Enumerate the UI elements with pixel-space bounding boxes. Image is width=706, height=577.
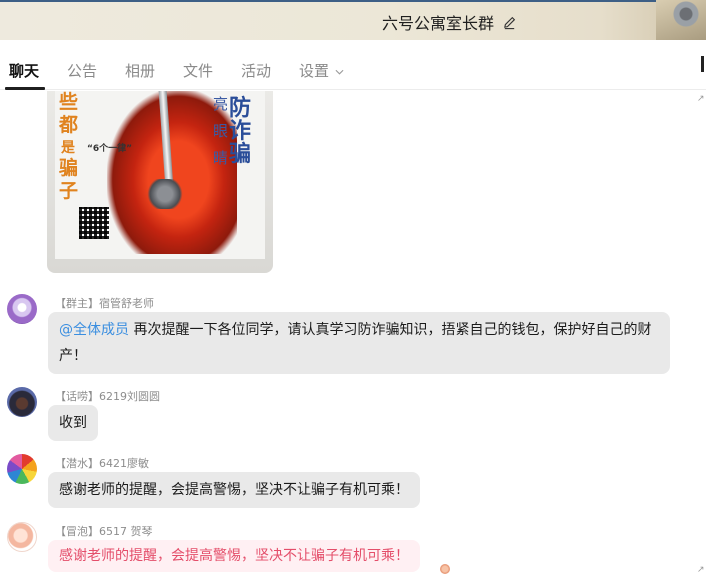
mention-all[interactable]: @全体成员	[59, 322, 129, 338]
image-rule-text: “6个一律”	[87, 144, 133, 154]
image-text-left-4: 骗	[59, 157, 79, 179]
tab-settings-label: 设置	[299, 62, 330, 80]
message-text: 感谢老师的提醒，会提高警惕，坚决不让骗子有机可乘！	[59, 482, 409, 498]
sender-name[interactable]: 【话唠】6219刘圆圆	[55, 388, 160, 404]
group-title-area[interactable]: 六号公寓室长群	[382, 10, 517, 34]
expand-arrow-icon[interactable]: ↗	[697, 565, 705, 575]
title-bar-top-line	[0, 0, 706, 2]
avatar[interactable]	[7, 454, 37, 484]
message-text: 感谢老师的提醒，会提高警惕，坚决不让骗子有机可乘！	[59, 548, 409, 564]
tab-files[interactable]: 文件	[183, 60, 213, 81]
tab-bar-edge	[701, 56, 704, 72]
message-list[interactable]: 些 都 是 骗 子 “6个一律” 防诈骗 亮 眼 睛 ↗ 【群主】宿管舒老师 @…	[0, 91, 706, 577]
message-bubble[interactable]: 感谢老师的提醒，会提高警惕，坚决不让骗子有机可乘！	[48, 472, 420, 508]
tab-announcement[interactable]: 公告	[67, 60, 97, 81]
image-sword-hilt	[145, 179, 185, 209]
image-text-left-2: 都	[59, 114, 79, 136]
tab-album[interactable]: 相册	[125, 60, 155, 81]
avatar[interactable]	[7, 294, 37, 324]
tab-bar: 聊天 公告 相册 文件 活动 设置	[0, 40, 706, 90]
chat-window: 六号公寓室长群 聊天 公告 相册 文件 活动 设置 些 都 是 骗 子 “6个一…	[0, 0, 706, 577]
tab-activity[interactable]: 活动	[241, 60, 271, 81]
header-background-art	[656, 0, 706, 40]
edit-icon[interactable]	[502, 15, 517, 30]
message-bubble[interactable]: @全体成员 再次提醒一下各位同学，请认真学习防诈骗知识，捂紧自己的钱包，保护好自…	[48, 312, 670, 374]
bubble-decoration	[440, 564, 450, 574]
sender-name[interactable]: 【潜水】6421廖敏	[55, 455, 149, 471]
message-text: 再次提醒一下各位同学，请认真学习防诈骗知识，捂紧自己的钱包，保护好自己的财产！	[59, 322, 652, 364]
image-side-text-3: 睛	[213, 149, 229, 167]
image-text-left-5: 子	[59, 180, 79, 202]
shared-image[interactable]: 些 都 是 骗 子 “6个一律” 防诈骗 亮 眼 睛	[47, 91, 273, 273]
message-bubble[interactable]: 感谢老师的提醒，会提高警惕，坚决不让骗子有机可乘！	[48, 540, 420, 572]
title-bar: 六号公寓室长群	[0, 0, 706, 40]
active-tab-indicator	[5, 87, 45, 90]
message-text: 收到	[59, 415, 87, 431]
image-title-text: 防诈骗	[229, 95, 252, 167]
image-qr-code	[79, 207, 109, 239]
image-side-text-1: 亮	[213, 95, 229, 113]
image-side-text-2: 眼	[213, 122, 229, 140]
sender-name[interactable]: 【冒泡】6517 贺琴	[55, 523, 153, 539]
chevron-down-icon	[335, 69, 344, 75]
sender-name[interactable]: 【群主】宿管舒老师	[55, 295, 154, 311]
group-title[interactable]: 六号公寓室长群	[382, 10, 494, 34]
tab-settings[interactable]: 设置	[299, 60, 344, 81]
avatar[interactable]	[7, 387, 37, 417]
image-text-left-1: 些	[59, 91, 79, 113]
message-bubble[interactable]: 收到	[48, 405, 98, 441]
tab-chat[interactable]: 聊天	[9, 60, 39, 81]
avatar[interactable]	[7, 522, 37, 552]
expand-arrow-icon[interactable]: ↗	[697, 94, 705, 104]
